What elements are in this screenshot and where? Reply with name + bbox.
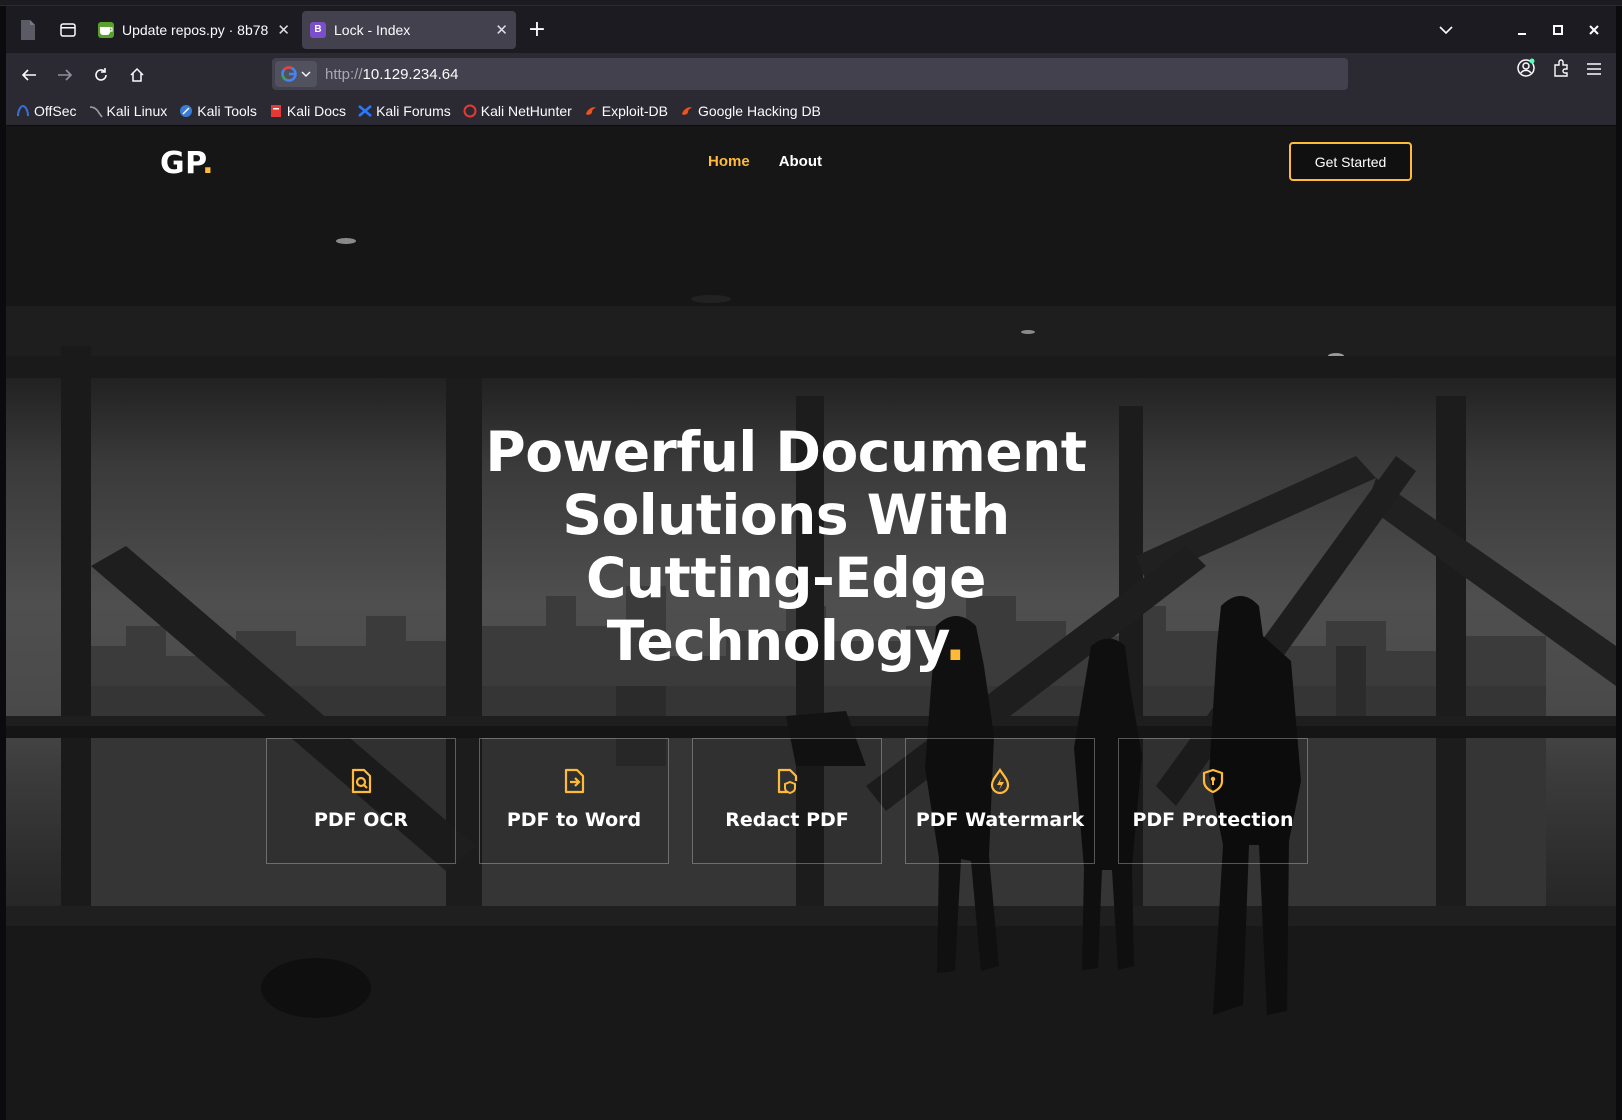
tab-title: Lock - Index [334, 21, 411, 38]
minimize-icon[interactable] [1514, 22, 1530, 38]
file-shield-icon [777, 768, 798, 795]
address-bar[interactable]: http://10.129.234.64 [272, 58, 1348, 90]
site-logo[interactable]: GP. [160, 146, 214, 181]
close-tab-icon[interactable]: ✕ [495, 21, 508, 39]
new-tab-plus-icon[interactable]: + [522, 15, 552, 45]
url-text[interactable]: http://10.129.234.64 [325, 66, 458, 83]
feature-label: PDF OCR [313, 809, 409, 831]
bootstrap-icon: B [310, 21, 326, 38]
feature-card-pdf-to-word[interactable]: PDF to Word [479, 738, 669, 864]
feature-card-redact-pdf[interactable]: Redact PDF [692, 738, 882, 864]
feature-list: PDF OCR PDF to Word Redact PDF PDF Water… [266, 738, 1308, 864]
ghdb-icon [680, 104, 694, 118]
feature-label: PDF to Word [506, 809, 642, 831]
nav-link-about[interactable]: About [779, 153, 822, 170]
gitea-icon [98, 21, 114, 38]
get-started-button[interactable]: Get Started [1289, 142, 1412, 181]
close-window-icon[interactable] [1586, 22, 1602, 38]
shield-lock-icon [1202, 768, 1224, 794]
page-viewport: GP. Home About Get Started Powerful Docu… [6, 126, 1616, 1120]
extensions-icon[interactable] [1552, 59, 1570, 81]
bookmark-kali-forums[interactable]: Kali Forums [358, 103, 451, 119]
navigation-toolbar: http://10.129.234.64 [6, 53, 1616, 97]
file-search-icon [351, 768, 372, 794]
bookmark-kali-tools[interactable]: Kali Tools [179, 103, 257, 119]
bookmark-google-hacking-db[interactable]: Google Hacking DB [680, 103, 821, 119]
site-header: GP. Home About Get Started [6, 126, 1616, 198]
chevron-down-icon [301, 71, 311, 77]
bookmarks-toolbar: OffSec Kali Linux Kali Tools Kali Docs K… [6, 97, 1616, 126]
hamburger-menu-icon[interactable] [1586, 61, 1602, 80]
maximize-icon[interactable] [1550, 22, 1566, 38]
forward-arrow-icon[interactable] [48, 58, 82, 92]
site-nav: Home About [708, 153, 822, 170]
bookmark-exploit-db[interactable]: Exploit-DB [584, 103, 668, 119]
bookmark-offsec[interactable]: OffSec [16, 103, 77, 119]
nethunter-icon [463, 104, 477, 118]
tab-title: Update repos.py · 8b78e6 [122, 21, 270, 38]
feature-label: PDF Protection [1132, 809, 1294, 831]
nav-link-home[interactable]: Home [708, 153, 750, 170]
feature-label: Redact PDF [725, 809, 849, 831]
reload-icon[interactable] [84, 58, 118, 92]
exploit-db-icon [584, 104, 598, 118]
offsec-icon [16, 104, 30, 118]
browser-window: Update repos.py · 8b78e6 ✕ B Lock - Inde… [6, 6, 1616, 1120]
feature-card-pdf-ocr[interactable]: PDF OCR [266, 738, 456, 864]
feature-card-pdf-protection[interactable]: PDF Protection [1118, 738, 1308, 864]
home-icon[interactable] [120, 58, 154, 92]
kali-icon [89, 104, 103, 118]
hero-headline: Powerful Document Solutions With Cutting… [485, 420, 1087, 673]
firefox-view-icon[interactable] [50, 12, 86, 48]
document-icon[interactable] [10, 12, 46, 48]
bookmark-kali-docs[interactable]: Kali Docs [269, 103, 346, 119]
bookmark-kali-nethunter[interactable]: Kali NetHunter [463, 103, 572, 119]
feature-card-pdf-watermark[interactable]: PDF Watermark [905, 738, 1095, 864]
google-icon [281, 66, 297, 82]
kali-forums-icon [358, 104, 372, 118]
tab-strip: Update repos.py · 8b78e6 ✕ B Lock - Inde… [6, 6, 1616, 53]
kali-docs-icon [269, 104, 283, 118]
file-export-icon [564, 768, 585, 794]
kali-tools-icon [179, 104, 193, 118]
drop-bolt-icon [990, 768, 1010, 795]
feature-label: PDF Watermark [915, 809, 1085, 831]
bookmark-kali-linux[interactable]: Kali Linux [89, 103, 167, 119]
list-all-tabs-chevron-icon[interactable] [1438, 22, 1454, 38]
back-arrow-icon[interactable] [12, 58, 46, 92]
account-icon[interactable] [1516, 58, 1536, 82]
search-engine-button[interactable] [275, 61, 317, 87]
close-tab-icon[interactable]: ✕ [277, 21, 290, 39]
tab-lock-index[interactable]: B Lock - Index ✕ [302, 10, 516, 49]
tab-update-repos[interactable]: Update repos.py · 8b78e6 ✕ [90, 11, 298, 49]
